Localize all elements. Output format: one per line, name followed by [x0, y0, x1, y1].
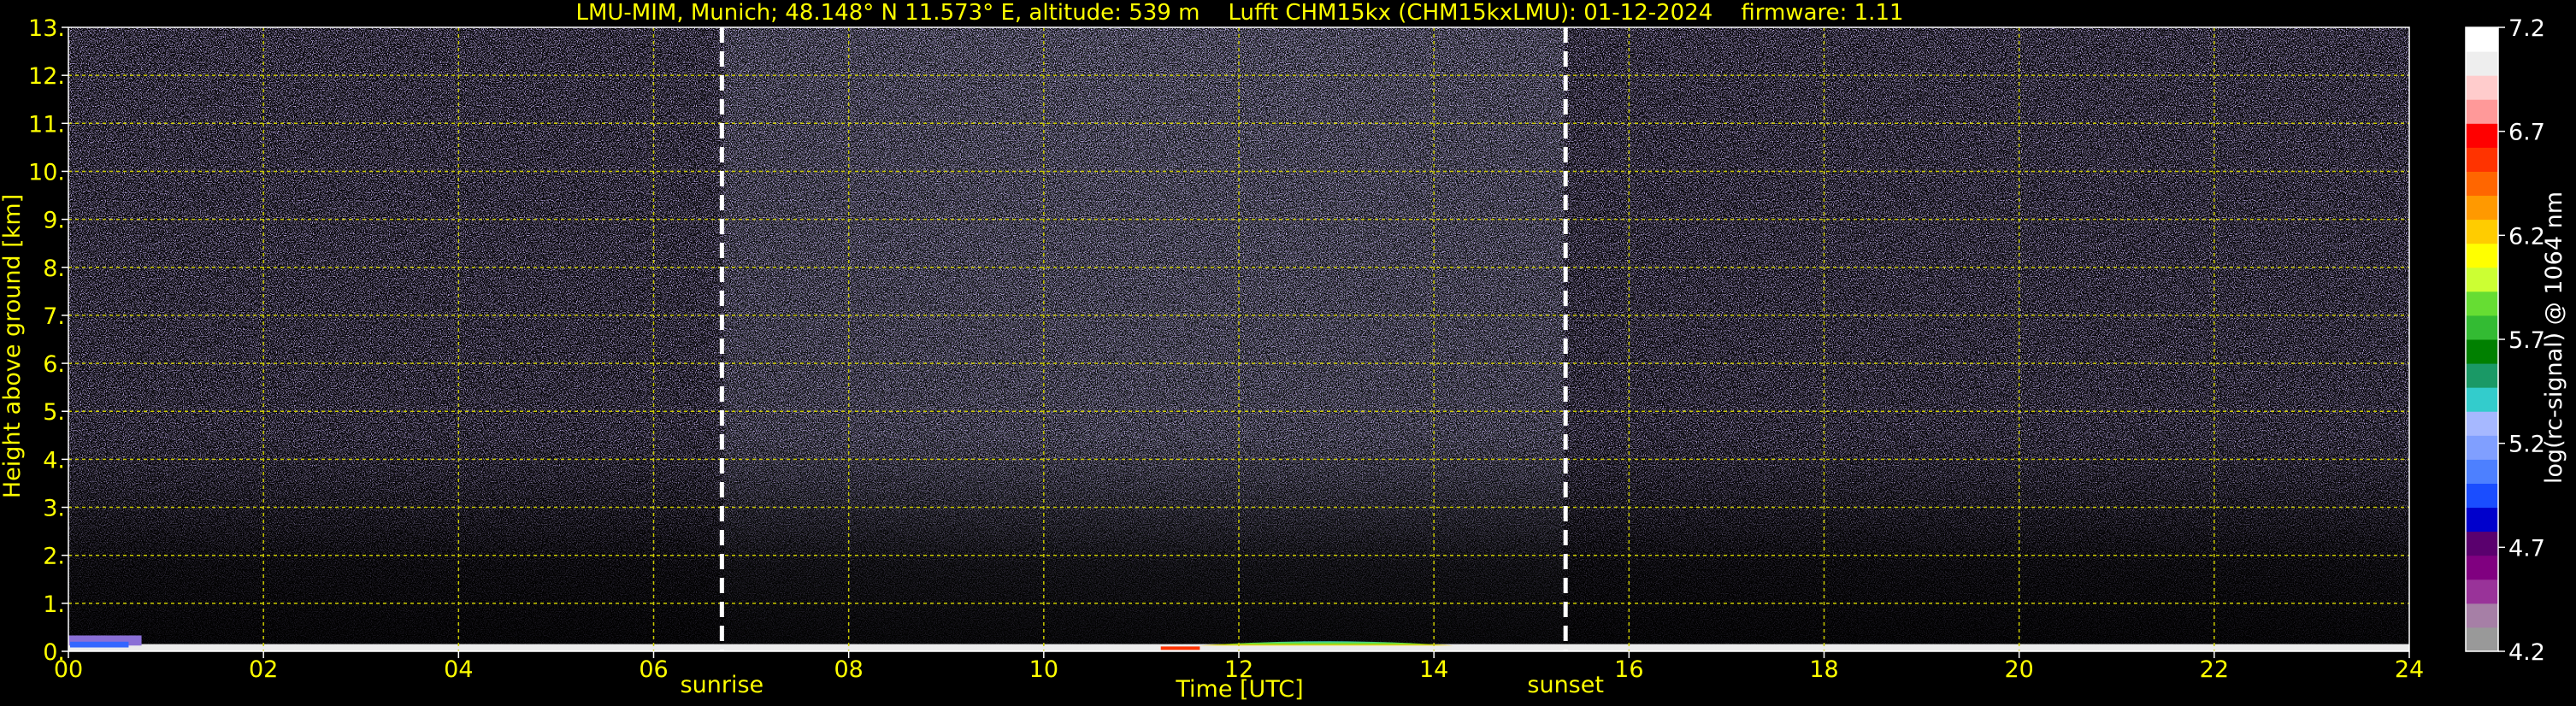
- colorbar-swatch: [2466, 363, 2498, 388]
- noise-field: [68, 27, 2409, 651]
- y-tick-label: 0.: [43, 639, 65, 666]
- y-tick-label: 8.: [43, 256, 65, 282]
- ceilometer-chart: sunrise sunset 00 02 04 06 08 10 12 14 16 18 20 22 24…: [0, 0, 2567, 703]
- chart-title: LMU-MIM, Munich; 48.148° N 11.573° E, al…: [575, 0, 1903, 26]
- colorbar-swatch: [2466, 75, 2498, 100]
- x-tick-label: 18: [1809, 656, 1838, 683]
- y-tick-label: 1.: [43, 591, 65, 618]
- colorbar-swatch: [2466, 27, 2498, 52]
- colorbar-swatch: [2466, 555, 2498, 580]
- colorbar-swatch: [2466, 219, 2498, 244]
- colorbar-tick-label: 4.2: [2508, 639, 2545, 666]
- colorbar-swatch: [2466, 531, 2498, 556]
- colorbar-swatch: [2466, 339, 2498, 364]
- y-tick-label: 3.: [43, 496, 65, 522]
- y-tick-label: 13.: [28, 15, 65, 42]
- boundary-layer-edge: [1160, 646, 1200, 650]
- colorbar-swatch: [2466, 243, 2498, 268]
- daylight-noise: [723, 27, 1565, 651]
- y-tick-label: 7.: [43, 303, 65, 330]
- colorbar-swatch: [2466, 411, 2498, 436]
- y-tick-label: 12.: [28, 63, 65, 90]
- colorbar-label: log(rc-signal) @ 1064 nm: [2541, 191, 2567, 484]
- colorbar-swatch: [2466, 459, 2498, 484]
- x-tick-label: 14: [1419, 656, 1448, 683]
- colorbar-tick-label: 5.2: [2508, 432, 2545, 458]
- colorbar-swatch: [2466, 435, 2498, 460]
- y-tick-label: 10.: [28, 159, 65, 185]
- colorbar-swatch: [2466, 99, 2498, 124]
- x-tick-label: 06: [639, 656, 668, 683]
- colorbar-swatch: [2466, 51, 2498, 76]
- x-tick-label: 22: [2200, 656, 2229, 683]
- early-layer-core: [70, 641, 129, 648]
- colorbar-swatch: [2466, 507, 2498, 532]
- annotation-label-sunset: sunset: [1527, 672, 1604, 698]
- y-tick-label: 6.: [43, 351, 65, 378]
- colorbar-swatch: [2466, 147, 2498, 172]
- x-tick-label: 16: [1614, 656, 1643, 683]
- colorbar-tick-label: 6.2: [2508, 223, 2545, 250]
- colorbar-tick-label: 7.2: [2508, 15, 2545, 42]
- colorbar-swatch: [2466, 315, 2498, 340]
- colorbar: 7.2 6.7 6.2 5.7 5.2 4.7 4.2: [2465, 15, 2545, 666]
- x-tick-label: 08: [834, 656, 863, 683]
- colorbar-swatch: [2466, 627, 2498, 652]
- x-tick-label: 04: [444, 656, 473, 683]
- y-axis-label: Height above ground [km]: [0, 194, 26, 498]
- colorbar-swatch: [2466, 195, 2498, 221]
- plot-area: [68, 27, 2409, 651]
- colorbar-tick-label: 5.7: [2508, 327, 2545, 354]
- x-tick-label: 24: [2395, 656, 2424, 683]
- x-tick-label: 02: [249, 656, 278, 683]
- y-tick-label: 5.: [43, 399, 65, 426]
- x-tick-label: 10: [1029, 656, 1058, 683]
- colorbar-swatch: [2466, 603, 2498, 628]
- colorbar-swatch: [2466, 123, 2498, 148]
- colorbar-swatch: [2466, 579, 2498, 604]
- colorbar-tick-label: 6.7: [2508, 120, 2545, 146]
- x-axis-label: Time [UTC]: [1175, 676, 1303, 703]
- y-tick-label: 4.: [43, 447, 65, 474]
- y-tick-label: 11.: [28, 111, 65, 138]
- colorbar-swatch: [2466, 483, 2498, 509]
- colorbar-swatch: [2466, 267, 2498, 292]
- annotation-label-sunrise: sunrise: [681, 672, 764, 698]
- colorbar-swatch: [2466, 171, 2498, 197]
- colorbar-swatch: [2466, 387, 2498, 412]
- x-tick-label: 20: [2004, 656, 2033, 683]
- colorbar-swatch: [2466, 291, 2498, 316]
- daylight-noise-rect-2: [723, 27, 1565, 651]
- y-tick-label: 2.: [43, 544, 65, 570]
- colorbar-tick-label: 4.7: [2508, 535, 2545, 562]
- y-tick-label: 9.: [43, 208, 65, 234]
